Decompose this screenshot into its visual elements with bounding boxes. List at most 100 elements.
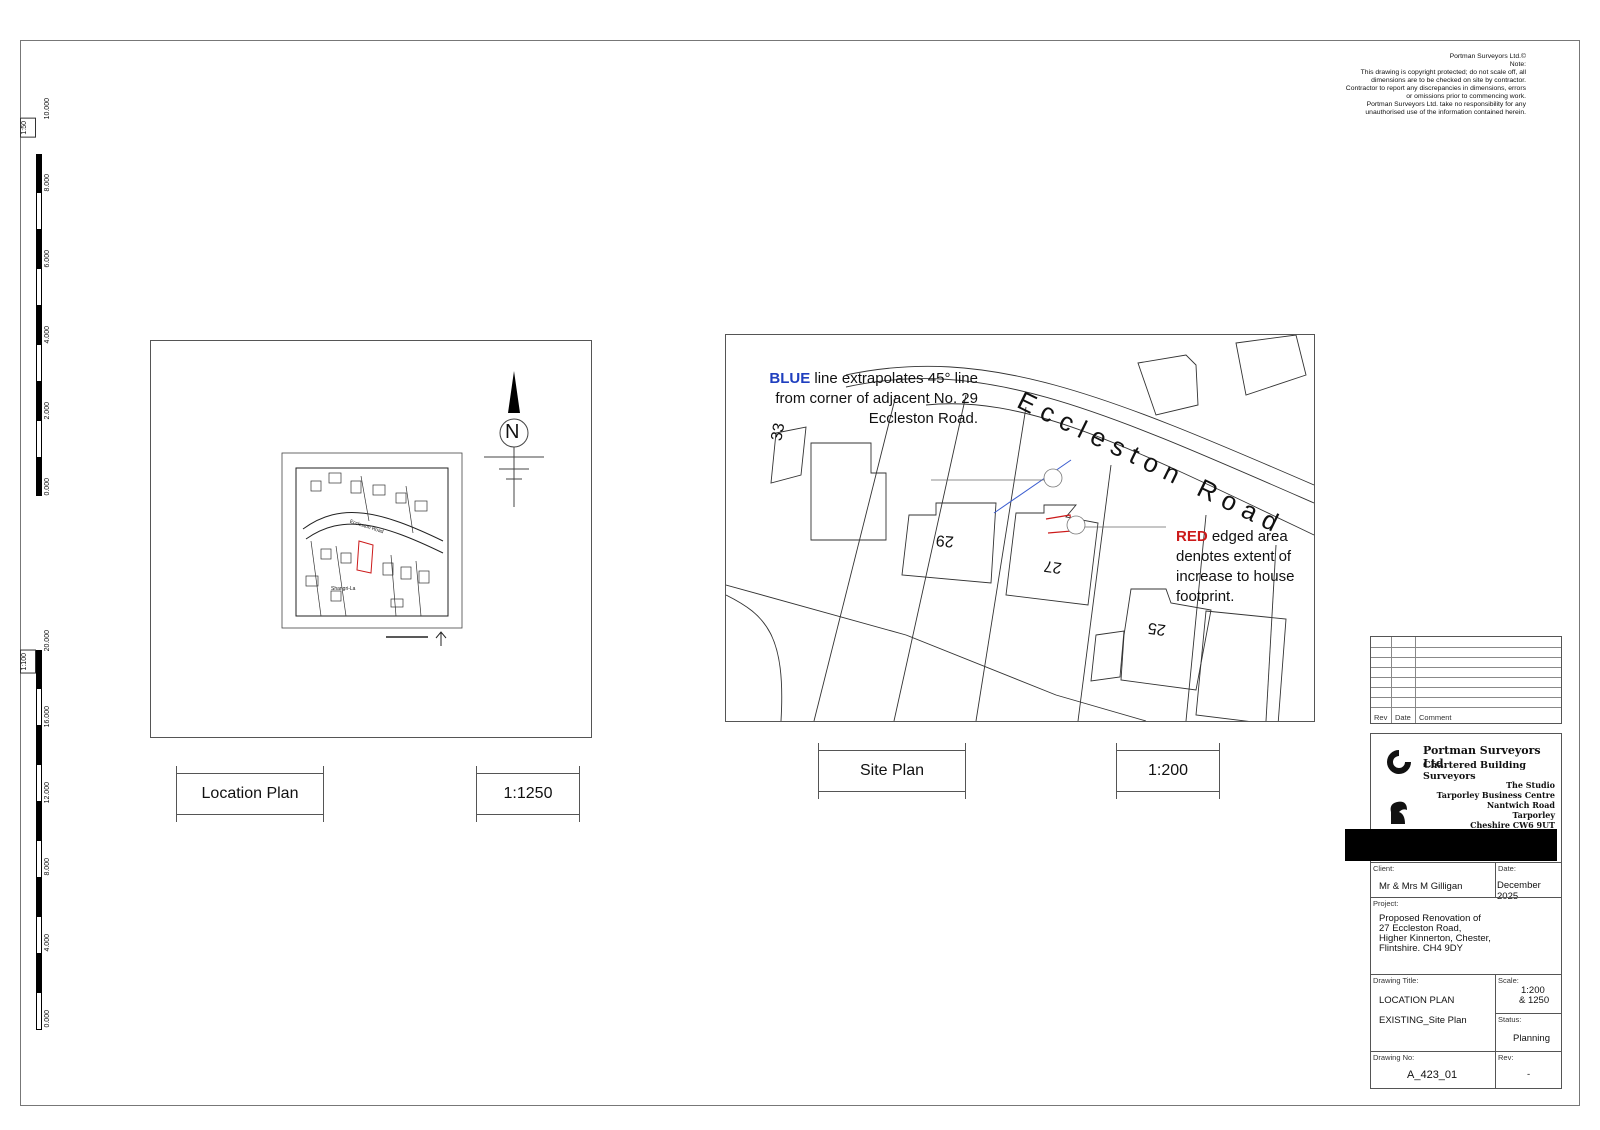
company-subtitle: Chartered Building Surveyors — [1423, 760, 1527, 782]
location-plan-title: Location Plan — [201, 785, 299, 802]
north-letter: N — [505, 421, 520, 443]
location-scale-label: 1:1250 — [476, 766, 580, 822]
revision-table: Rev Date Comment — [1370, 636, 1562, 724]
scale-tick: 8.000 — [44, 858, 51, 876]
location-plan-frame: N Shangri-La Eccleston Road — [150, 340, 592, 738]
redacted-bar — [1345, 829, 1557, 861]
lion-crest-icon — [1390, 801, 1407, 824]
scale-segment — [36, 954, 42, 992]
red-text: denotes extent of — [1176, 548, 1292, 565]
scale-tick: 12.000 — [44, 782, 51, 804]
scale-tick: 2.000 — [44, 402, 51, 420]
project-value: Proposed Renovation of 27 Eccleston Road… — [1379, 914, 1491, 954]
scale-tick: 6.000 — [44, 250, 51, 268]
drawing-number-block: Drawing No: A_423_01 Rev: - — [1370, 1051, 1562, 1089]
drawing-title-block: Drawing Title: LOCATION PLAN EXISTING_Si… — [1370, 974, 1562, 1052]
project-caption: Project: — [1373, 899, 1399, 908]
scale-tick: 4.000 — [44, 326, 51, 344]
red-text: footprint. — [1176, 588, 1235, 605]
red-text: increase to house — [1176, 568, 1295, 585]
scale-value-2: & 1250 — [1519, 995, 1550, 1006]
site-plan-title: Site Plan — [859, 762, 925, 779]
house-number: 27 — [1042, 556, 1063, 577]
site-scale-value: 1:200 — [1147, 762, 1189, 779]
drawing-number-value: A_423_01 — [1407, 1069, 1458, 1081]
scale-segment — [36, 802, 42, 840]
note-line: Contractor to report any discrepancies i… — [1345, 85, 1526, 92]
note-line: Portman Surveyors Ltd. take no responsib… — [1366, 101, 1526, 108]
house-number: 33 — [768, 421, 789, 443]
status-value: Planning — [1513, 1033, 1550, 1044]
note-line: unauthorised use of the information cont… — [1365, 109, 1526, 116]
scale-segment — [36, 192, 42, 230]
location-plan-label: Location Plan — [176, 766, 324, 822]
site-scale-label: 1:200 — [1116, 743, 1220, 799]
note-line: Portman Surveyors Ltd.© — [1449, 53, 1526, 60]
client-block: Client: Mr & Mrs M Gilligan Date: Decemb… — [1370, 862, 1562, 902]
scale-bar-label: 1:100 — [20, 650, 36, 674]
scale-segment — [36, 344, 42, 382]
drawing-title-caption: Drawing Title: — [1373, 976, 1419, 985]
scale-tick: 0.000 — [44, 478, 51, 496]
client-value: Mr & Mrs M Gilligan — [1379, 881, 1463, 892]
map-label: Shangri-La — [331, 586, 356, 592]
scale-segment — [36, 764, 42, 802]
blue-text: from corner of adjacent No. 29 — [775, 390, 978, 407]
note-line: This drawing is copyright protected; do … — [1360, 69, 1526, 76]
drawing-title-2: EXISTING_Site Plan — [1379, 1015, 1467, 1026]
project-line: Flintshire. CH4 9DY — [1379, 943, 1463, 954]
scale-tick: 0.000 — [44, 1010, 51, 1028]
scale-segment — [36, 268, 42, 306]
scale-segment — [36, 650, 42, 688]
address-line: Nantwich Road — [1486, 800, 1555, 810]
rev-value: - — [1527, 1069, 1531, 1080]
scale-segment — [36, 688, 42, 726]
site-plan-frame: Eccleston Road BLUE line extrapolates 45… — [725, 334, 1315, 722]
scale-segment — [36, 154, 42, 192]
scale-segment — [36, 878, 42, 916]
scale-caption: Scale: — [1498, 976, 1519, 985]
drawing-title-1: LOCATION PLAN — [1379, 995, 1455, 1006]
copyright-note: Portman Surveyors Ltd.© Note: This drawi… — [1286, 53, 1526, 117]
scale-tick: 4.000 — [44, 934, 51, 952]
red-annotation: RED edged area denotes extent of increas… — [1176, 527, 1314, 607]
scale-tick: 16.000 — [44, 706, 51, 728]
scale-segment — [36, 726, 42, 764]
blue-word: BLUE — [769, 370, 811, 387]
house-number: 29 — [935, 531, 955, 550]
client-caption: Client: — [1373, 864, 1395, 873]
scale-tick: 10.000 — [44, 98, 51, 120]
address-line: Tarporley — [1512, 810, 1555, 820]
location-plan-drawing — [281, 371, 544, 646]
company-address: The Studio Tarporley Business Centre Nan… — [1437, 780, 1555, 830]
project-block: Project: Proposed Renovation of 27 Eccle… — [1370, 897, 1562, 975]
address-line: Tarporley Business Centre — [1436, 790, 1555, 800]
date-header: Date — [1395, 713, 1411, 722]
scale-tick: 20.000 — [44, 630, 51, 652]
scale-segment — [36, 382, 42, 420]
red-text: edged area — [1207, 528, 1288, 545]
comment-header: Comment — [1419, 713, 1452, 722]
scale-segment — [36, 840, 42, 878]
scale-segment — [36, 458, 42, 496]
scale-bar-label: 1:50 — [20, 118, 36, 138]
scale-segment — [36, 230, 42, 268]
scale-segment — [36, 306, 42, 344]
location-scale-value: 1:1250 — [503, 785, 553, 802]
company-logo-icon — [1387, 750, 1411, 774]
drawing-number-caption: Drawing No: — [1373, 1053, 1415, 1062]
address-line: The Studio — [1506, 780, 1555, 790]
blue-text: line extrapolates 45° line — [810, 370, 978, 387]
status-caption: Status: — [1498, 1015, 1522, 1024]
note-line: Note: — [1509, 61, 1526, 68]
site-plan-label: Site Plan — [818, 743, 966, 799]
note-line: dimensions are to be checked on site by … — [1371, 77, 1526, 84]
scale-segment — [36, 916, 42, 954]
scale-segment — [36, 992, 42, 1030]
house-number: 25 — [1146, 618, 1167, 639]
date-caption: Date: — [1498, 864, 1516, 873]
note-line: or omissions prior to commencing work. — [1406, 93, 1526, 100]
red-word: RED — [1176, 528, 1208, 545]
scale-segment — [36, 420, 42, 458]
scale-tick: 8.000 — [44, 174, 51, 192]
